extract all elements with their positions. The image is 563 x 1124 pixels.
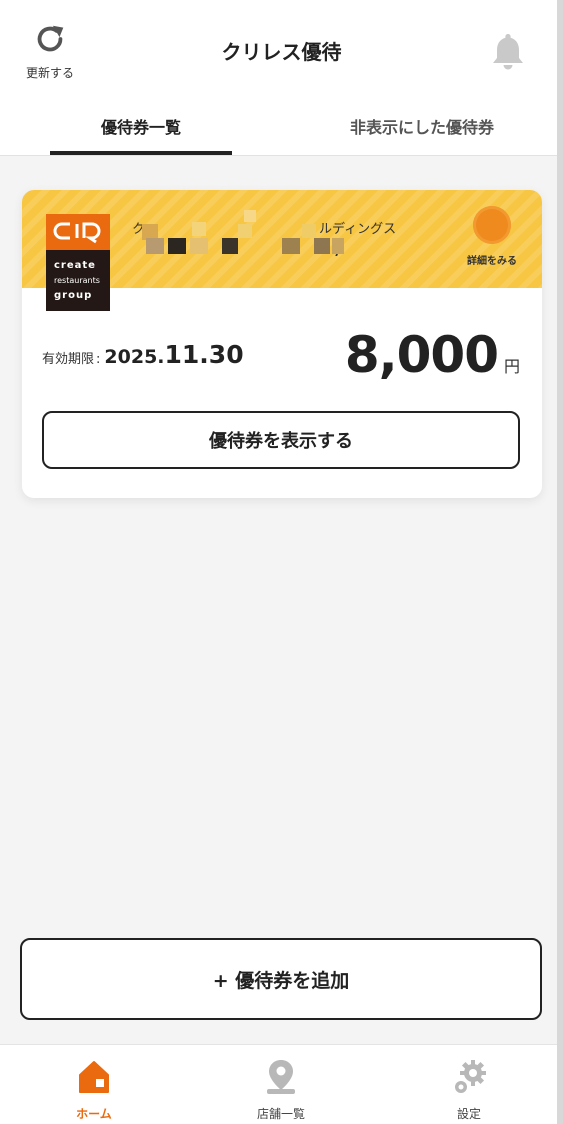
amount-unit: 円 — [503, 357, 520, 376]
refresh-label: 更新する — [25, 66, 74, 80]
nav-item-stores[interactable]: 店舗一覧 — [221, 1045, 341, 1124]
tab-coupon-list[interactable]: 優待券一覧 — [50, 96, 232, 156]
scrollbar[interactable] — [557, 0, 563, 1124]
create-restaurants-logo: create restaurants group — [46, 214, 110, 311]
add-coupon-button[interactable]: + 優待券を追加 — [20, 938, 542, 1020]
coupon-tabs: 優待券一覧 非表示にした優待券 — [0, 96, 563, 156]
coupon-amount: 8,000 円 — [345, 326, 520, 384]
logo-mark-icon — [46, 214, 110, 250]
gear-icon — [450, 1057, 488, 1101]
bell-icon[interactable] — [488, 30, 528, 72]
active-tab-indicator — [50, 151, 232, 155]
detail-button[interactable]: 詳細をみる — [462, 206, 522, 270]
app-header: 更新する クリレス優待 — [0, 0, 563, 96]
expiry-month-day: 11.30 — [164, 340, 244, 369]
map-pin-icon — [262, 1057, 300, 1101]
bottom-navigation: ホーム 店舗一覧 設定 — [0, 1044, 563, 1124]
page-title: クリレス優待 — [221, 40, 342, 64]
logo-text: create restaurants group — [54, 260, 100, 301]
nav-item-settings[interactable]: 設定 — [409, 1045, 529, 1124]
nav-item-home[interactable]: ホーム — [34, 1045, 154, 1124]
amount-value: 8,000 — [344, 326, 499, 384]
expiry-year: 2025. — [104, 346, 165, 368]
expiry-separator: : — [96, 352, 101, 367]
expiry-date: 有効期限 : 2025. 11.30 — [42, 340, 244, 369]
detail-label: 詳細をみる — [467, 256, 517, 267]
tab-hidden-coupons[interactable]: 非表示にした優待券 — [322, 96, 522, 156]
detail-circle-icon — [473, 206, 511, 244]
home-icon — [75, 1057, 113, 1101]
expiry-label: 有効期限 — [42, 352, 95, 367]
coupon-card[interactable]: クルディングス 7 詳細をみる — [22, 190, 542, 498]
blurred-company-info — [132, 210, 352, 266]
show-coupon-button[interactable]: 優待券を表示する — [42, 411, 520, 469]
nav-label-settings: 設定 — [456, 1107, 481, 1121]
nav-label-stores: 店舗一覧 — [256, 1107, 305, 1121]
nav-label-home: ホーム — [76, 1107, 112, 1121]
